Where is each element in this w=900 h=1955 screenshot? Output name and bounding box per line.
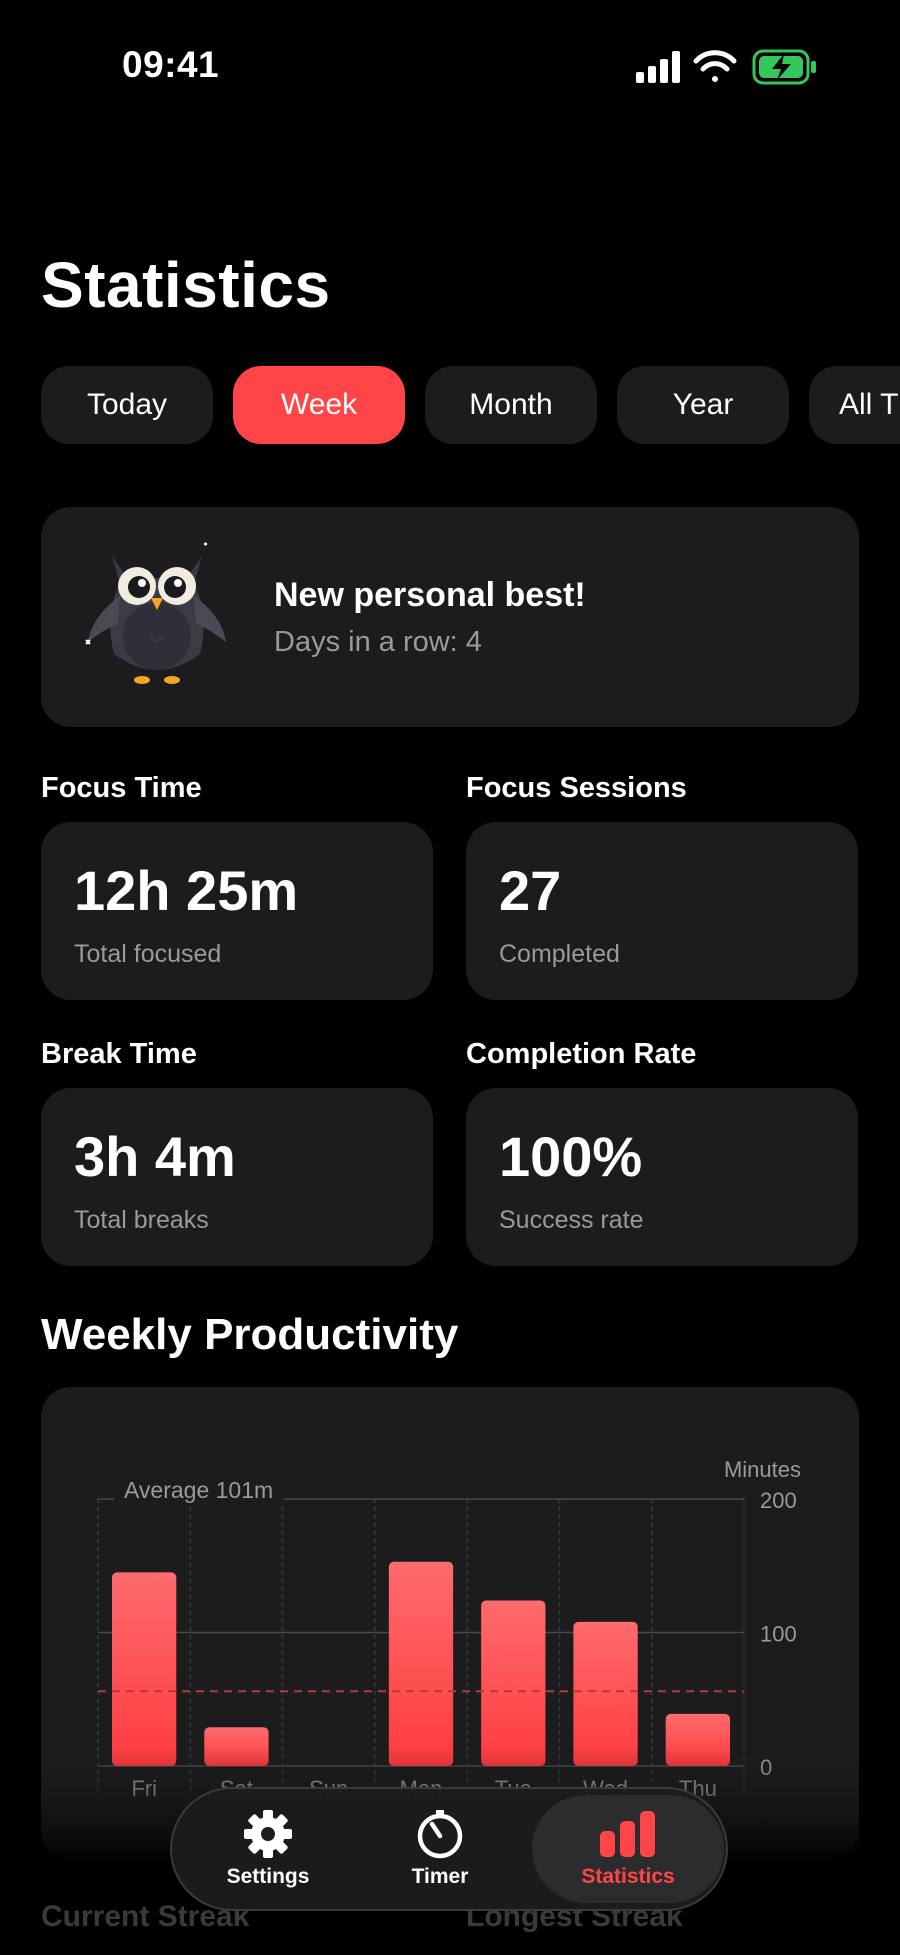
focus-time-label: Focus Time: [41, 772, 202, 804]
chart-ylabel: Minutes: [724, 1457, 801, 1482]
owl-mascot-icon: [85, 542, 226, 684]
status-time: 09:41: [122, 44, 220, 85]
completion-rate-subtitle: Success rate: [499, 1206, 644, 1234]
focus-time-value: 12h 25m: [74, 859, 299, 922]
tab-settings[interactable]: Settings: [172, 1789, 364, 1909]
gear-icon: [244, 1810, 292, 1858]
wifi-icon: [693, 50, 737, 82]
tab-statistics[interactable]: Statistics: [532, 1789, 724, 1909]
filter-week[interactable]: Week: [233, 366, 405, 444]
chart-ytick-label: 100: [760, 1622, 797, 1647]
focus-sessions-card: 27 Completed: [466, 822, 858, 1000]
completion-rate-label: Completion Rate: [466, 1038, 697, 1070]
chart-average-label: Average 101m: [124, 1477, 273, 1503]
page-title: Statistics: [41, 249, 331, 321]
chart-bar: [388, 1561, 454, 1766]
signal-icon: [636, 51, 680, 83]
filter-today[interactable]: Today: [41, 366, 213, 444]
bar-chart-icon: [600, 1811, 655, 1857]
timer-icon: [417, 1810, 463, 1859]
filter-month[interactable]: Month: [425, 366, 597, 444]
battery-icon: [752, 49, 816, 85]
focus-sessions-value: 27: [499, 859, 562, 922]
focus-time-card: 12h 25m Total focused: [41, 822, 433, 1000]
completion-rate-card: 100% Success rate: [466, 1088, 858, 1266]
chart-bar: [481, 1600, 546, 1766]
tab-timer-label: Timer: [411, 1865, 469, 1888]
filter-all-time[interactable]: All T: [809, 366, 900, 444]
tab-settings-label: Settings: [226, 1865, 310, 1888]
tab-statistics-label: Statistics: [581, 1865, 675, 1888]
chart-ytick-label: 200: [760, 1488, 797, 1513]
focus-sessions-label: Focus Sessions: [466, 772, 687, 804]
filter-year[interactable]: Year: [617, 366, 789, 444]
status-icons: [636, 49, 816, 85]
break-time-label: Break Time: [41, 1038, 197, 1070]
break-time-value: 3h 4m: [74, 1125, 236, 1188]
tab-timer[interactable]: Timer: [344, 1789, 536, 1909]
chart-bar: [112, 1572, 177, 1766]
personal-best-subtitle: Days in a row: 4: [274, 626, 482, 658]
personal-best-title: New personal best!: [274, 576, 586, 614]
chart-bar: [573, 1621, 638, 1766]
break-time-card: 3h 4m Total breaks: [41, 1088, 433, 1266]
completion-rate-value: 100%: [499, 1125, 643, 1188]
break-time-subtitle: Total breaks: [74, 1206, 209, 1234]
tab-bar: Settings Timer Statistics: [170, 1787, 728, 1911]
focus-time-subtitle: Total focused: [74, 940, 222, 968]
weekly-productivity-title: Weekly Productivity: [41, 1310, 459, 1359]
focus-sessions-subtitle: Completed: [499, 940, 620, 968]
